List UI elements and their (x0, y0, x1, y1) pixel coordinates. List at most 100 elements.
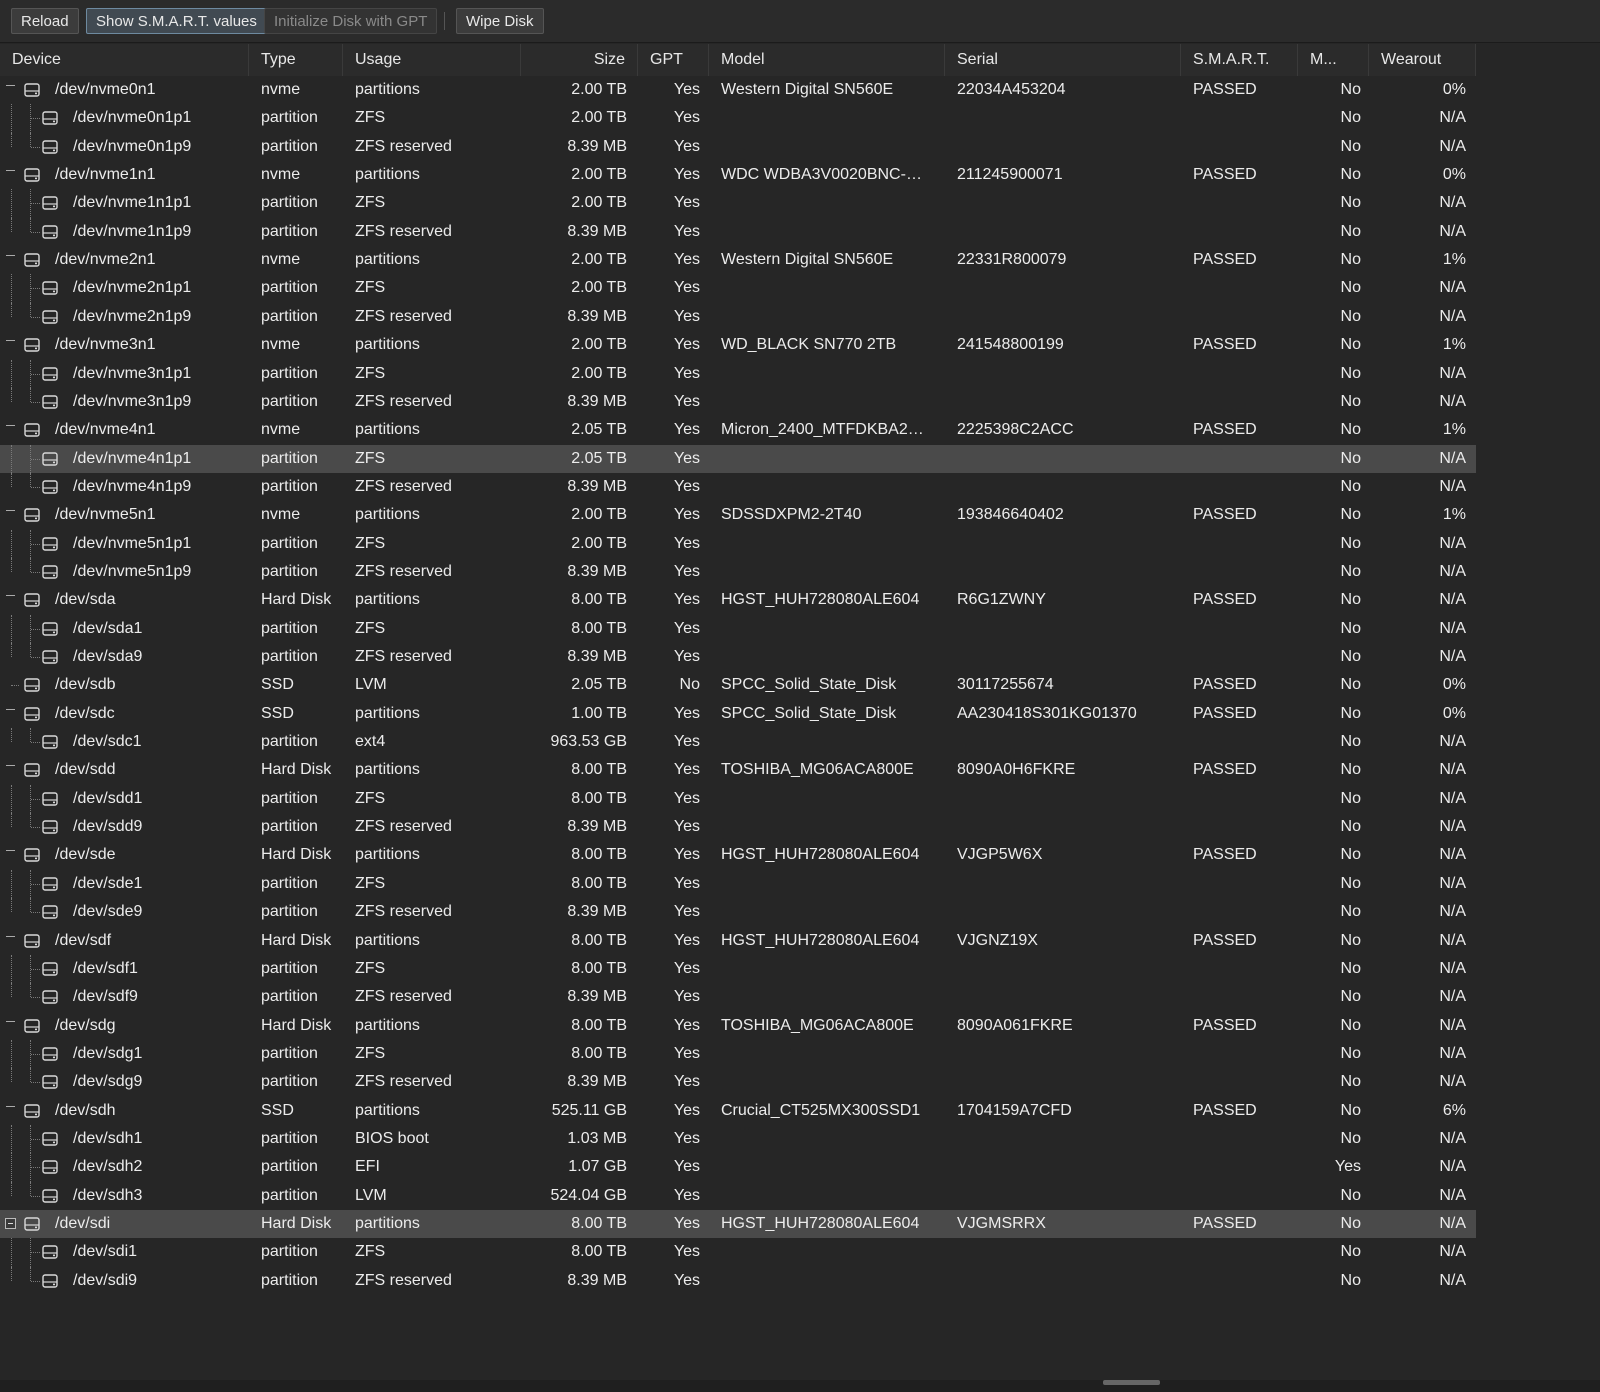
disk-row[interactable]: /dev/sda Hard Disk partitions 8.00 TB Yes HGS… (0, 586, 1476, 614)
partition-row[interactable]: /dev/sdh2 partition EFI 1.07 GB Yes Yes N/A (0, 1153, 1476, 1182)
collapse-toggle-icon[interactable] (6, 935, 15, 945)
collapse-toggle-icon[interactable] (6, 340, 15, 349)
collapse-toggle-icon[interactable] (6, 850, 15, 859)
disk-row[interactable]: /dev/nvme1n1 nvme partitions 2.00 TB Yes WDC … (0, 161, 1476, 189)
collapse-toggle-icon[interactable] (6, 708, 15, 718)
serial-cell: AA230418S301KG01370 (957, 704, 1137, 722)
mounted-cell: No (1340, 1271, 1361, 1289)
disk-row[interactable]: /dev/nvme2n1 nvme partitions 2.00 TB Yes West… (0, 246, 1476, 274)
wipe-disk-button[interactable]: Wipe Disk (456, 8, 544, 34)
device-cell: /dev/sdh3 (73, 1186, 143, 1204)
disk-row[interactable]: /dev/sdc SSD partitions 1.00 TB Yes SPCC_Soli… (0, 700, 1476, 728)
partition-row[interactable]: /dev/sdi9 partition ZFS reserved 8.39 MB Yes… (0, 1266, 1476, 1295)
model-cell (721, 1267, 933, 1295)
partition-row[interactable]: /dev/nvme0n1p9 partition ZFS reserved 8.39 … (0, 132, 1476, 161)
reload-button[interactable]: Reload (11, 8, 79, 34)
partition-row[interactable]: /dev/nvme0n1p1 partition ZFS 2.00 TB Yes No N/… (0, 104, 1476, 133)
model-cell (721, 104, 933, 132)
device-cell: /dev/nvme2n1p1 (73, 279, 192, 297)
collapse-toggle-icon[interactable] (6, 1105, 15, 1115)
column-size[interactable]: Size (521, 44, 638, 76)
device-cell: /dev/nvme3n1p9 (73, 392, 192, 410)
partition-row[interactable]: /dev/nvme5n1p1 partition ZFS 2.00 TB Yes No N/… (0, 529, 1476, 558)
disk-row[interactable]: /dev/nvme4n1 nvme partitions 2.05 TB Yes Micr… (0, 416, 1476, 444)
partition-row[interactable]: /dev/nvme3n1p9 partition ZFS reserved 8.39 … (0, 387, 1476, 416)
tree-connector (11, 643, 12, 657)
partition-row[interactable]: /dev/sdh3 partition LVM 524.04 GB Yes No N/A (0, 1181, 1476, 1210)
tree-connector (31, 458, 40, 460)
usage-cell: partitions (355, 1016, 420, 1034)
collapse-toggle-icon[interactable] (6, 510, 15, 519)
partition-row[interactable]: /dev/nvme4n1p9 partition ZFS reserved 8.39 … (0, 472, 1476, 501)
device-cell: /dev/sdi1 (73, 1243, 138, 1261)
column-usage[interactable]: Usage (343, 44, 521, 76)
gpt-cell: Yes (673, 109, 700, 127)
wearout-cell: N/A (1439, 1129, 1466, 1147)
partition-row[interactable]: /dev/sdc1 partition ext4 963.53 GB Yes No N/A (0, 728, 1476, 756)
column-gpt[interactable]: GPT (638, 44, 709, 76)
collapse-toggle-icon[interactable] (6, 170, 15, 179)
column-wearout[interactable]: Wearout (1369, 44, 1476, 76)
partition-row[interactable]: /dev/sdf1 partition ZFS 8.00 TB Yes No N/A (0, 954, 1476, 984)
wearout-cell: 1% (1442, 421, 1466, 439)
partition-row[interactable]: /dev/sdd9 partition ZFS reserved 8.39 MB Yes… (0, 813, 1476, 841)
partition-row[interactable]: /dev/nvme3n1p1 partition ZFS 2.00 TB Yes No N/… (0, 359, 1476, 388)
model-cell (721, 955, 933, 983)
disk-row[interactable]: /dev/sdg Hard Disk partitions 8.00 TB Yes TOS… (0, 1012, 1476, 1040)
collapse-toggle-icon[interactable] (6, 1020, 15, 1030)
mounted-cell: No (1340, 619, 1361, 637)
disk-row[interactable]: /dev/nvme3n1 nvme partitions 2.00 TB Yes WD_B… (0, 331, 1476, 359)
wearout-cell: N/A (1439, 1158, 1466, 1176)
disk-row[interactable]: /dev/sde Hard Disk partitions 8.00 TB Yes HGS… (0, 841, 1476, 869)
disk-row[interactable]: /dev/nvme5n1 nvme partitions 2.00 TB Yes SDSS… (0, 501, 1476, 529)
horizontal-scroll-handle[interactable] (1103, 1380, 1160, 1385)
show-smart-button[interactable]: Show S.M.A.R.T. values (86, 8, 267, 34)
partition-row[interactable]: /dev/sdg1 partition ZFS 8.00 TB Yes No N/A (0, 1039, 1476, 1069)
tree-connector (11, 898, 12, 913)
partition-row[interactable]: /dev/nvme4n1p1 partition ZFS 2.05 TB Yes No N/… (0, 444, 1476, 473)
collapse-toggle-icon[interactable] (6, 595, 15, 604)
gpt-cell: Yes (673, 1186, 700, 1204)
usage-cell: ZFS (355, 279, 386, 297)
partition-row[interactable]: /dev/sdi1 partition ZFS 8.00 TB Yes No N/A (0, 1238, 1476, 1267)
collapse-toggle-icon[interactable] (5, 1218, 16, 1229)
column-model[interactable]: Model (709, 44, 945, 76)
collapse-toggle-icon[interactable] (6, 85, 15, 94)
size-cell: 8.00 TB (571, 1016, 627, 1034)
disk-row[interactable]: /dev/sdd Hard Disk partitions 8.00 TB Yes TOS… (0, 756, 1476, 784)
partition-row[interactable]: /dev/sde1 partition ZFS 8.00 TB Yes No N/A (0, 869, 1476, 899)
type-cell: partition (261, 1186, 318, 1204)
column-device[interactable]: Device (0, 44, 249, 76)
collapse-toggle-icon[interactable] (6, 765, 15, 774)
column-serial[interactable]: Serial (945, 44, 1181, 76)
partition-row[interactable]: /dev/nvme5n1p9 partition ZFS reserved 8.39 … (0, 557, 1476, 586)
partition-row[interactable]: /dev/sdf9 partition ZFS reserved 8.39 MB Yes… (0, 983, 1476, 1011)
partition-row[interactable]: /dev/nvme1n1p9 partition ZFS reserved 8.39 … (0, 217, 1476, 246)
collapse-toggle-icon[interactable] (6, 255, 15, 264)
disk-row[interactable]: /dev/sdf Hard Disk partitions 8.00 TB Yes HGS… (0, 927, 1476, 955)
hard-disk-icon (42, 650, 58, 664)
partition-row[interactable]: /dev/sda1 partition ZFS 8.00 TB Yes No N/A (0, 614, 1476, 643)
collapse-toggle-icon[interactable] (6, 425, 15, 434)
disk-row[interactable]: /dev/sdb SSD LVM 2.05 TB No SPCC_Solid_State_… (0, 671, 1476, 699)
initialize-gpt-button[interactable]: Initialize Disk with GPT (264, 8, 438, 34)
smart-cell (1193, 218, 1293, 246)
usage-cell: ZFS reserved (355, 1271, 452, 1289)
partition-row[interactable]: /dev/sdg9 partition ZFS reserved 8.39 MB Yes… (0, 1068, 1476, 1096)
type-cell: partition (261, 1271, 318, 1289)
partition-row[interactable]: /dev/sdd1 partition ZFS 8.00 TB Yes No N/A (0, 784, 1476, 814)
disk-row[interactable]: /dev/nvme0n1 nvme partitions 2.00 TB Yes West… (0, 76, 1476, 104)
column-smart[interactable]: S.M.A.R.T. (1181, 44, 1298, 76)
partition-row[interactable]: /dev/nvme2n1p9 partition ZFS reserved 8.39 … (0, 302, 1476, 331)
usage-cell: ZFS reserved (355, 1073, 452, 1091)
disk-row[interactable]: /dev/sdi Hard Disk partitions 8.00 TB Yes HGS… (0, 1210, 1476, 1238)
disk-row[interactable]: /dev/sdh SSD partitions 525.11 GB Yes Crucial… (0, 1097, 1476, 1125)
partition-row[interactable]: /dev/nvme2n1p1 partition ZFS 2.00 TB Yes No N/… (0, 274, 1476, 303)
column-type[interactable]: Type (249, 44, 343, 76)
column-mounted[interactable]: M... (1298, 44, 1369, 76)
partition-row[interactable]: /dev/sda9 partition ZFS reserved 8.39 MB Yes… (0, 643, 1476, 671)
partition-row[interactable]: /dev/nvme1n1p1 partition ZFS 2.00 TB Yes No N/… (0, 189, 1476, 218)
partition-row[interactable]: /dev/sde9 partition ZFS reserved 8.39 MB Yes… (0, 898, 1476, 926)
hard-disk-icon (42, 310, 58, 324)
partition-row[interactable]: /dev/sdh1 partition BIOS boot 1.03 MB Yes No N… (0, 1124, 1476, 1154)
